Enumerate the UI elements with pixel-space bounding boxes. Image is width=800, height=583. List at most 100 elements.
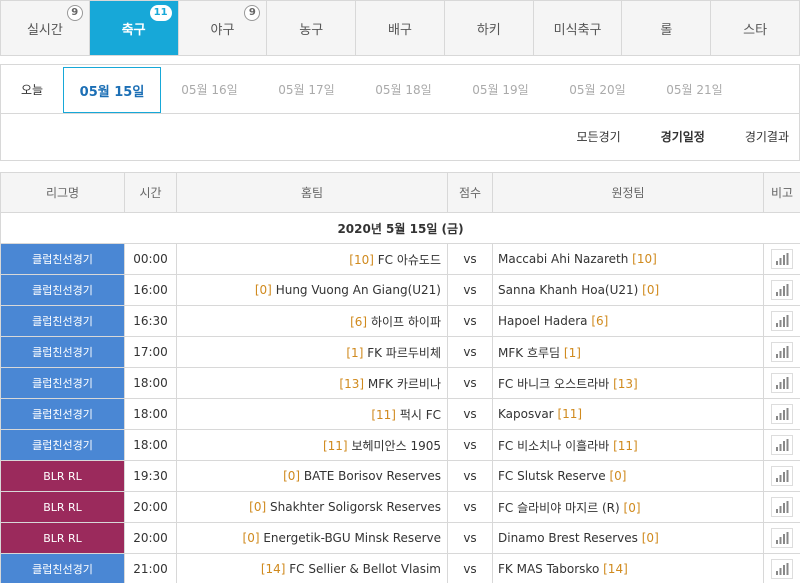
stats-chart-button[interactable]: [771, 435, 793, 455]
home-rank: [0]: [254, 283, 272, 297]
sport-tab[interactable]: 실시간 9: [1, 1, 90, 55]
away-team-cell: Sanna Khanh Hoa(U21) [0]: [492, 274, 764, 306]
away-rank: [11]: [613, 438, 638, 453]
table-row[interactable]: BLR RL 20:00 [0] Shakhter Soligorsk Reserv…: [0, 491, 800, 523]
table-row[interactable]: BLR RL 19:30 [0] BATE Borisov Reserves vs FC…: [0, 460, 800, 492]
table-header-row: 리그명 시간 홈팀 점수 원정팀 비고: [0, 172, 800, 213]
stats-chart-button[interactable]: [771, 311, 793, 331]
filter-all-games[interactable]: 모든경기: [576, 128, 620, 145]
table-row[interactable]: 클럽친선경기 18:00 [11] 퍽시 FC vs Kaposvar [11]: [0, 398, 800, 430]
sport-tab[interactable]: 배구: [356, 1, 445, 55]
table-row[interactable]: 클럽친선경기 16:00 [0] Hung Vuong An Giang(U21) v…: [0, 274, 800, 306]
date-tab-active[interactable]: 05월 15일: [63, 67, 161, 113]
away-team-cell: Hapoel Hadera [6]: [492, 305, 764, 337]
date-tab[interactable]: 05월 19일: [452, 65, 549, 113]
away-rank: [11]: [557, 407, 583, 421]
table-row[interactable]: 클럽친선경기 21:00 [14] FC Sellier & Bellot Vlas…: [0, 553, 800, 583]
sport-tab[interactable]: 스타: [711, 1, 799, 55]
home-rank: [0]: [249, 500, 267, 514]
away-team-name: Kaposvar: [498, 407, 554, 421]
away-rank: [13]: [613, 376, 638, 391]
away-team-cell: Kaposvar [11]: [492, 398, 764, 430]
header-score: 점수: [447, 172, 493, 213]
table-row[interactable]: 클럽친선경기 18:00 [13] MFK 카르비나 vs FC 바니크 오스트라바 […: [0, 367, 800, 399]
stats-chart-button[interactable]: [771, 497, 793, 517]
sport-tab-label: 야구: [210, 22, 235, 38]
home-rank: [6]: [350, 314, 368, 329]
time-cell: 16:30: [124, 305, 177, 337]
sport-tab-label: 스타: [743, 22, 768, 38]
score-cell: vs: [447, 305, 493, 337]
stats-chart-button[interactable]: [771, 466, 793, 486]
home-team-cell: [0] BATE Borisov Reserves: [176, 460, 448, 492]
home-team-cell: [0] Hung Vuong An Giang(U21): [176, 274, 448, 306]
home-rank: [11]: [371, 407, 396, 422]
sport-tab[interactable]: 야구 9: [179, 1, 268, 55]
date-label: 2020년 5월 15일 (금): [0, 212, 800, 244]
home-team-cell: [0] Shakhter Soligorsk Reserves: [176, 491, 448, 523]
date-tab[interactable]: 05월 18일: [355, 65, 452, 113]
home-rank: [1]: [346, 345, 364, 360]
sport-tab[interactable]: 롤: [622, 1, 712, 55]
league-cell[interactable]: 클럽친선경기: [0, 274, 125, 306]
stats-chart-button[interactable]: [771, 342, 793, 362]
league-cell[interactable]: BLR RL: [0, 522, 125, 554]
home-rank: [13]: [339, 376, 365, 391]
away-team-cell: Dinamo Brest Reserves [0]: [492, 522, 764, 554]
score-cell: vs: [447, 367, 493, 399]
sport-tab[interactable]: 축구 11: [89, 1, 179, 55]
home-team-name: 퍽시 FC: [399, 407, 441, 422]
bar-chart-icon: [776, 501, 789, 513]
away-team-cell: FK MAS Taborsko [14]: [492, 553, 764, 583]
league-cell[interactable]: 클럽친선경기: [0, 336, 125, 368]
away-team-name: MFK 흐루딤: [498, 345, 561, 360]
league-cell[interactable]: 클럽친선경기: [0, 243, 125, 275]
table-row[interactable]: 클럽친선경기 17:00 [1] FK 파르두비체 vs MFK 흐루딤 [1]: [0, 336, 800, 368]
date-tab[interactable]: 05월 17일: [258, 65, 355, 113]
filter-results[interactable]: 경기결과: [745, 128, 789, 145]
stats-chart-button[interactable]: [771, 528, 793, 548]
date-tab-today[interactable]: 오늘: [1, 65, 63, 113]
league-cell[interactable]: 클럽친선경기: [0, 429, 125, 461]
bar-chart-icon: [776, 563, 789, 575]
stats-chart-button[interactable]: [771, 559, 793, 579]
league-cell[interactable]: 클럽친선경기: [0, 367, 125, 399]
home-team-cell: [1] FK 파르두비체: [176, 336, 448, 368]
date-tab[interactable]: 05월 20일: [549, 65, 646, 113]
bar-chart-icon: [776, 439, 789, 451]
filter-schedule[interactable]: 경기일정: [661, 128, 705, 145]
note-cell: [763, 522, 800, 554]
table-row[interactable]: 클럽친선경기 16:30 [6] 하이프 하이파 vs Hapoel Hadera [6…: [0, 305, 800, 337]
away-team-name: FC Slutsk Reserve: [498, 469, 606, 483]
stats-chart-button[interactable]: [771, 280, 793, 300]
table-row[interactable]: 클럽친선경기 18:00 [11] 보헤미안스 1905 vs FC 비소치나 이흘라바…: [0, 429, 800, 461]
away-rank: [0]: [642, 283, 660, 297]
sport-tab[interactable]: 농구: [267, 1, 357, 55]
schedule-table: 리그명 시간 홈팀 점수 원정팀 비고 2020년 5월 15일 (금) 클럽친…: [0, 172, 800, 583]
league-cell[interactable]: BLR RL: [0, 491, 125, 523]
bar-chart-icon: [776, 253, 789, 265]
table-row[interactable]: BLR RL 20:00 [0] Energetik-BGU Minsk Reser…: [0, 522, 800, 554]
note-cell: [763, 460, 800, 492]
away-rank: [0]: [623, 500, 641, 515]
home-team-name: Hung Vuong An Giang(U21): [275, 283, 441, 297]
home-rank: [0]: [242, 531, 260, 545]
away-rank: [1]: [563, 345, 581, 360]
time-cell: 19:30: [124, 460, 177, 492]
sport-tab[interactable]: 미식축구: [534, 1, 623, 55]
table-row[interactable]: 클럽친선경기 00:00 [10] FC 아슈도드 vs Maccabi Ahi Naz…: [0, 243, 800, 275]
date-tab[interactable]: 05월 21일: [646, 65, 743, 113]
stats-chart-button[interactable]: [771, 404, 793, 424]
league-cell[interactable]: 클럽친선경기: [0, 553, 125, 583]
stats-chart-button[interactable]: [771, 249, 793, 269]
league-cell[interactable]: BLR RL: [0, 460, 125, 492]
sport-tab[interactable]: 하키: [445, 1, 534, 55]
league-cell[interactable]: 클럽친선경기: [0, 398, 125, 430]
away-team-cell: FC Slutsk Reserve [0]: [492, 460, 764, 492]
league-cell[interactable]: 클럽친선경기: [0, 305, 125, 337]
stats-chart-button[interactable]: [771, 373, 793, 393]
date-tab[interactable]: 05월 16일: [161, 65, 258, 113]
bar-chart-icon: [776, 470, 789, 482]
time-cell: 20:00: [124, 491, 177, 523]
away-team-name: FC 슬라비야 마지르 (R): [498, 500, 620, 515]
